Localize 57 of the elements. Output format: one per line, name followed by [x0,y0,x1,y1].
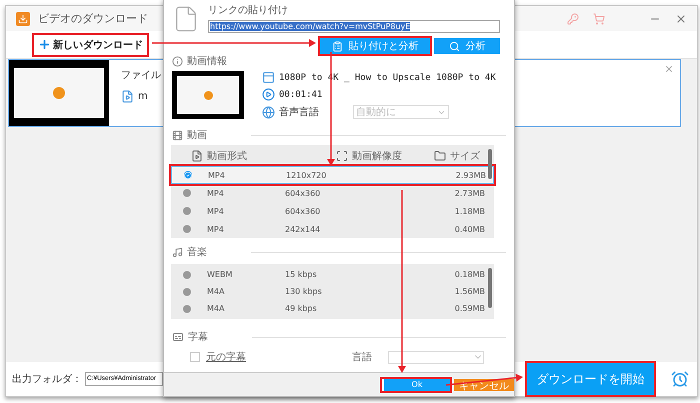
column-header: 動画解像度 [336,148,431,162]
language-label: 言語 [352,350,372,364]
video-thumbnail [172,71,244,119]
play-icon [262,88,275,101]
close-icon[interactable] [675,12,687,24]
original-subtitles-label: 元の字幕 [206,350,246,364]
info-icon [172,56,183,66]
video-duration: 00:01:41 [279,90,322,100]
search-icon [448,40,460,52]
radio-dot [183,270,191,278]
window-title: ビデオのダウンロード [38,11,148,26]
audio-language-label: 音声言語 [279,106,319,119]
checkbox[interactable] [190,352,200,362]
format-row[interactable]: WEBM 15 kbps 0.18MB [171,266,494,283]
file-label: ファイル [121,69,161,82]
radio-dot [183,225,191,233]
window-icon [262,71,275,84]
section-heading: 動画情報 [187,54,227,68]
format-row[interactable]: M4A 130 kbps 1.56MB [171,283,494,300]
folder-icon [434,150,446,162]
scrollbar[interactable] [488,149,492,179]
key-icon[interactable] [567,12,579,24]
video-file-icon [121,90,134,103]
close-icon[interactable] [664,64,674,74]
output-folder-label: 出力フォルダ： [12,372,82,386]
format-row[interactable]: MP4 604x360 2.73MB [171,184,494,202]
column-header: サイズ [434,148,480,162]
url-field[interactable]: https://www.youtube.com/watch?v=mvStPuP8uyE [208,20,500,33]
file-name: m [138,91,148,102]
film-icon [172,130,183,140]
section-heading: 字幕 [188,330,208,344]
captions-icon [172,331,184,343]
language-select[interactable] [388,350,484,364]
format-row[interactable]: MP4 1210x720 2.93MB [171,166,494,184]
radio-dot [183,189,191,197]
paste-link-label: リンクの貼り付け [208,4,289,17]
format-row[interactable]: MP4 242x144 0.40MB [171,220,494,238]
video-file-icon [191,150,203,162]
radio-dot [183,304,191,312]
format-row[interactable]: MP4 604x360 1.18MB [171,202,494,220]
cart-icon[interactable] [593,12,605,24]
radio-dot [184,171,192,179]
frame-icon [336,150,348,162]
column-header: 動画形式 [191,148,336,162]
clipboard-icon [332,40,342,52]
app-icon [16,12,30,26]
section-heading: 音楽 [187,246,207,259]
music-icon [172,246,183,258]
alarm-clock-icon[interactable] [671,370,689,388]
radio-dot [183,288,191,296]
scrollbar[interactable] [488,268,492,308]
plus-icon [38,38,51,51]
section-heading: 動画 [187,129,207,142]
radio-dot [183,207,191,215]
format-row[interactable]: M4A 49 kbps 0.59MB [171,300,494,317]
new-download-button[interactable]: 新しいダウンロード [34,34,147,54]
globe-icon [262,106,275,118]
